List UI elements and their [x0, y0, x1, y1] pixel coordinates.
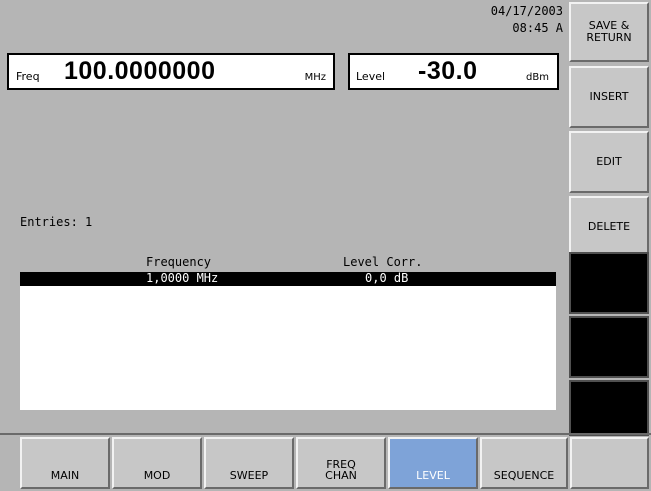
list-table[interactable]: 1,0000 MHz 0,0 dB: [20, 272, 556, 410]
tab-mod[interactable]: MOD: [112, 437, 202, 489]
entries-number: 1: [85, 215, 93, 229]
insert-button[interactable]: INSERT: [569, 66, 649, 128]
entries-label: Entries:: [20, 215, 78, 229]
tab-sweep[interactable]: SWEEP: [204, 437, 294, 489]
tab-bar-divider: [0, 433, 651, 435]
level-value: -30.0: [418, 57, 478, 85]
delete-button[interactable]: DELETE: [569, 196, 649, 258]
edit-button[interactable]: EDIT: [569, 131, 649, 193]
column-header-level-corr: Level Corr.: [343, 255, 423, 269]
tab-freq-chan[interactable]: FREQ CHAN: [296, 437, 386, 489]
save-return-button[interactable]: SAVE & RETURN: [569, 2, 649, 62]
level-label: Level: [356, 70, 386, 83]
table-row[interactable]: 1,0000 MHz 0,0 dB: [20, 272, 556, 286]
frequency-readout[interactable]: Freq 100.0000000 MHz: [7, 53, 335, 90]
level-unit: dBm: [526, 72, 549, 83]
softkey-blank-1[interactable]: [569, 252, 649, 314]
frequency-label: Freq: [16, 70, 40, 83]
tab-level[interactable]: LEVEL: [388, 437, 478, 489]
column-header-frequency: Frequency: [146, 255, 212, 269]
softkey-blank-2[interactable]: [569, 316, 649, 378]
tab-sequence[interactable]: SEQUENCE: [480, 437, 568, 489]
time-display: 08:45 A: [512, 21, 563, 35]
tab-main[interactable]: MAIN: [20, 437, 110, 489]
date-display: 04/17/2003: [490, 4, 563, 18]
frequency-unit: MHz: [304, 72, 326, 83]
tab-blank[interactable]: [570, 437, 649, 489]
entries-count: Entries: 1: [20, 215, 92, 229]
row-frequency: 1,0000 MHz: [146, 271, 219, 285]
level-readout[interactable]: Level -30.0 dBm: [348, 53, 559, 90]
softkey-blank-3[interactable]: [569, 380, 649, 436]
row-level-corr: 0,0 dB: [365, 271, 409, 285]
frequency-value: 100.0000000: [64, 57, 216, 85]
